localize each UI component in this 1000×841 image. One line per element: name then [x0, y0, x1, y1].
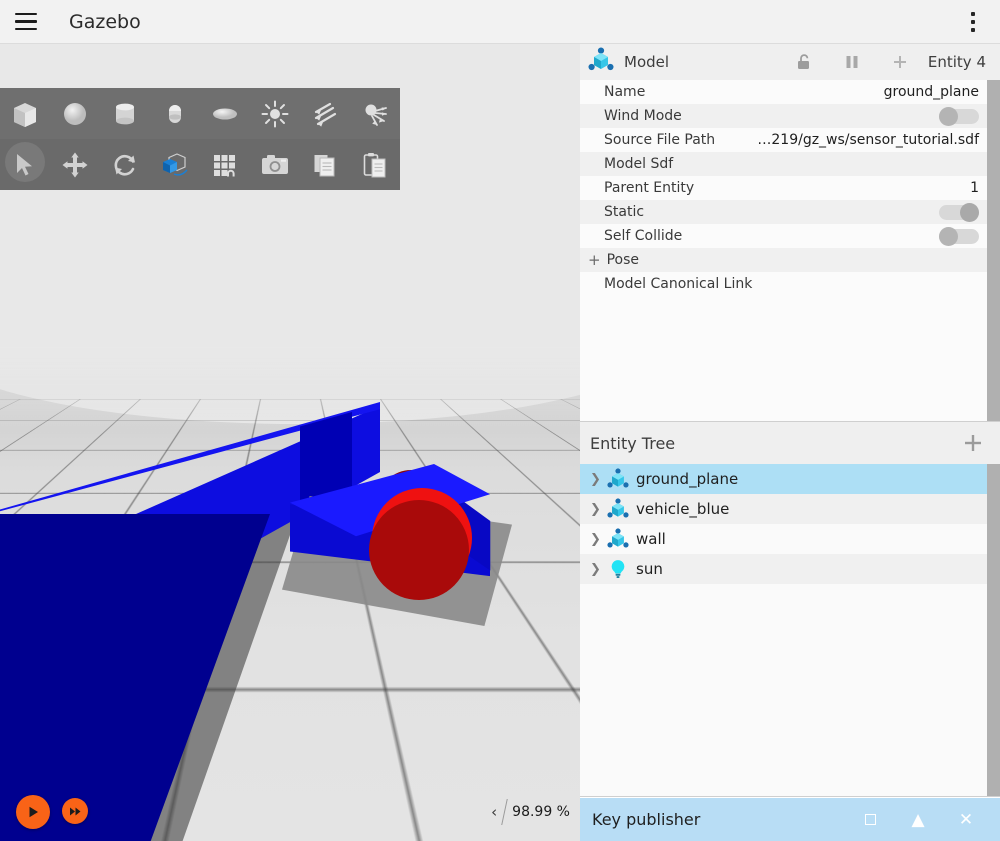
title-bar: Gazebo: [0, 0, 1000, 44]
right-dock: Model Entity 4 Name ground_plane Wind Mo…: [580, 44, 1000, 841]
translate-mode-tool[interactable]: [50, 139, 100, 190]
light-bulb-icon: [606, 558, 630, 580]
tree-item-label: vehicle_blue: [636, 500, 730, 518]
property-row-model-sdf[interactable]: Model Sdf: [580, 152, 987, 176]
property-row-static[interactable]: Static: [580, 200, 987, 224]
property-label: Name: [604, 84, 646, 100]
rtf-prev-button[interactable]: ‹: [491, 803, 497, 821]
snap-to-grid-tool[interactable]: [200, 139, 250, 190]
property-row-self-collide[interactable]: Self Collide: [580, 224, 987, 248]
wind-mode-toggle[interactable]: [939, 106, 979, 126]
shape-tool-row: [0, 88, 400, 139]
model-inspector-header: Model Entity 4: [580, 44, 1000, 80]
hamburger-menu-icon[interactable]: [4, 0, 48, 44]
property-label: Parent Entity: [604, 180, 695, 196]
pause-icon[interactable]: [828, 44, 876, 80]
kebab-menu-icon[interactable]: [960, 0, 986, 44]
screenshot-tool[interactable]: [250, 139, 300, 190]
chevron-right-icon[interactable]: ❯: [590, 472, 606, 487]
static-toggle[interactable]: [939, 202, 979, 222]
key-publisher-panel-header: Key publisher ▲ ✕: [580, 797, 1000, 841]
property-value: …219/gz_ws/sensor_tutorial.sdf: [757, 132, 979, 148]
close-icon[interactable]: ✕: [942, 798, 990, 841]
property-label: Model Canonical Link: [604, 276, 753, 292]
select-mode-tool[interactable]: [0, 139, 50, 190]
copy-tool[interactable]: [300, 139, 350, 190]
model-entity-icon: [606, 468, 630, 490]
property-row-name[interactable]: Name ground_plane: [580, 80, 987, 104]
rtf-value: 98.99 %: [512, 804, 570, 820]
self-collide-toggle[interactable]: [939, 226, 979, 246]
gazebo-window: Gazebo ‹ 98.99 % Model Entity 4 Name gro…: [0, 0, 1000, 841]
capsule-shape-tool[interactable]: [150, 88, 200, 139]
real-time-factor: ‹ 98.99 %: [491, 799, 570, 825]
property-label: Wind Mode: [604, 108, 682, 124]
render-viewport[interactable]: ‹ 98.99 %: [0, 44, 580, 841]
model-panel-scrollbar[interactable]: [987, 80, 1000, 421]
property-row-source-file-path[interactable]: Source File Path …219/gz_ws/sensor_tutor…: [580, 128, 987, 152]
model-inspector-panel: Model Entity 4 Name ground_plane Wind Mo…: [580, 44, 1000, 422]
expand-pose-icon[interactable]: +: [588, 252, 601, 268]
entity-tree-scrollbar[interactable]: [987, 464, 1000, 796]
entity-tree-panel: Entity Tree ❯ ground_plane ❯ vehicle_blu…: [580, 422, 1000, 797]
model-entity-icon: [606, 498, 630, 520]
model-inspector-title: Model: [624, 53, 670, 71]
property-row-model-canonical-link[interactable]: Model Canonical Link: [580, 272, 987, 296]
tree-item-vehicle-blue[interactable]: ❯ vehicle_blue: [580, 494, 1000, 524]
directional-light-tool[interactable]: [300, 88, 350, 139]
float-window-icon[interactable]: [846, 798, 894, 841]
entity-tree-list: ❯ ground_plane ❯ vehicle_blue ❯ wall ❯ s…: [580, 464, 1000, 796]
cylinder-shape-tool[interactable]: [100, 88, 150, 139]
step-button[interactable]: [62, 798, 88, 824]
rtf-divider: [501, 799, 508, 825]
play-button[interactable]: [16, 795, 50, 829]
plus-icon[interactable]: [876, 44, 924, 80]
property-label: Pose: [606, 252, 639, 268]
property-value: ground_plane: [883, 84, 979, 100]
chevron-right-icon[interactable]: ❯: [590, 502, 606, 517]
box-shape-tool[interactable]: [0, 88, 50, 139]
sphere-shape-tool[interactable]: [50, 88, 100, 139]
scale-mode-tool[interactable]: [150, 139, 200, 190]
ellipsoid-shape-tool[interactable]: [200, 88, 250, 139]
rotate-mode-tool[interactable]: [100, 139, 150, 190]
plus-icon[interactable]: [960, 430, 986, 456]
model-entity-icon: [588, 47, 614, 77]
entity-id-label: Entity 4: [927, 53, 986, 71]
key-publisher-title: Key publisher: [592, 810, 701, 829]
property-label: Self Collide: [604, 228, 683, 244]
property-row-parent-entity[interactable]: Parent Entity 1: [580, 176, 987, 200]
model-property-list: Name ground_plane Wind Mode Source File …: [580, 80, 987, 421]
entity-tree-title: Entity Tree: [590, 433, 676, 453]
tree-item-label: wall: [636, 530, 666, 548]
entity-tree-header: Entity Tree: [580, 422, 1000, 464]
transform-tool-row: [0, 139, 400, 190]
collapse-up-icon[interactable]: ▲: [894, 798, 942, 841]
chevron-right-icon[interactable]: ❯: [590, 562, 606, 577]
point-light-tool[interactable]: [250, 88, 300, 139]
property-label: Static: [604, 204, 645, 220]
model-inspector-actions: Entity 4: [780, 44, 1000, 80]
paste-tool[interactable]: [350, 139, 400, 190]
chevron-right-icon[interactable]: ❯: [590, 532, 606, 547]
entity-creation-toolbar: [0, 88, 400, 190]
page-title: Gazebo: [69, 10, 141, 33]
tree-item-ground-plane[interactable]: ❯ ground_plane: [580, 464, 1000, 494]
property-row-pose[interactable]: + Pose: [580, 248, 987, 272]
tree-item-sun[interactable]: ❯ sun: [580, 554, 1000, 584]
property-row-wind-mode[interactable]: Wind Mode: [580, 104, 987, 128]
vehicle-wheel-front[interactable]: [369, 500, 469, 600]
unlock-icon[interactable]: [780, 44, 828, 80]
tree-item-wall[interactable]: ❯ wall: [580, 524, 1000, 554]
model-entity-icon: [606, 528, 630, 550]
property-label: Source File Path: [604, 132, 716, 148]
property-label: Model Sdf: [604, 156, 674, 172]
spot-light-tool[interactable]: [350, 88, 400, 139]
property-value: 1: [970, 180, 979, 196]
tree-item-label: ground_plane: [636, 470, 739, 488]
key-publisher-actions: ▲ ✕: [846, 798, 990, 841]
tree-item-label: sun: [636, 560, 663, 578]
